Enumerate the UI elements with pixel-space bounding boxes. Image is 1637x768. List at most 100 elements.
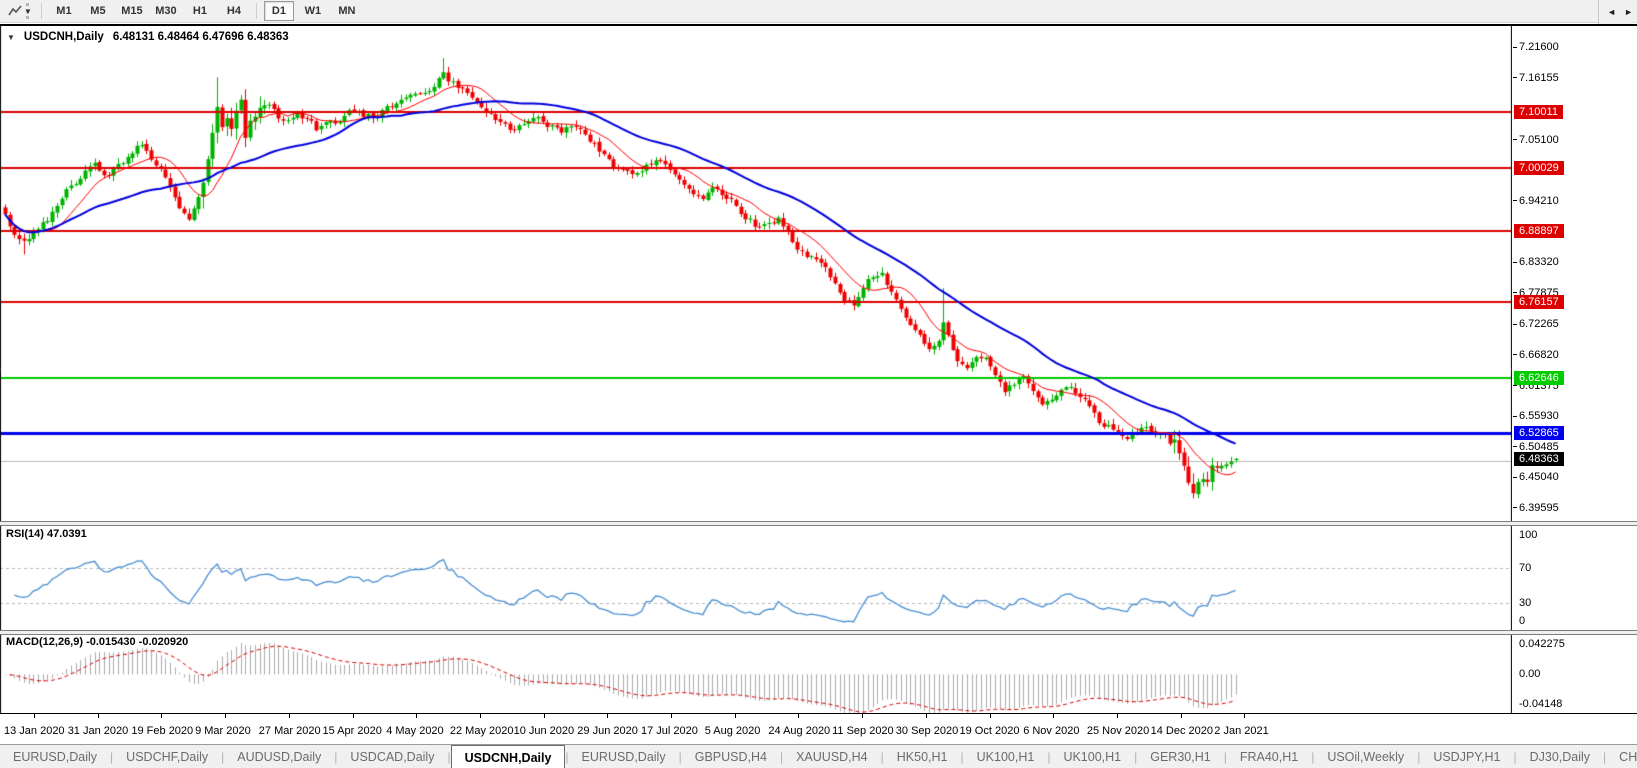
indicator-axis-label: 100 [1519,529,1538,541]
axis-tick-mark [798,714,800,718]
tab-scroll-arrows: ◄ ► [1598,0,1633,24]
price-axis[interactable]: 7.21600 7.16155 7.05100 6.94210 6.83320 6.778… [1513,26,1637,713]
mt4-terminal-window: ▼ M1M5M15M30H1H4D1W1MN ▲ ▼ USDCNH,Daily … [0,0,1637,768]
level-price-tag: 6.62646 [1514,371,1564,386]
tab-eurusd-daily[interactable]: EURUSD,Daily [569,745,679,768]
date-axis-label: 4 May 2020 [386,725,444,737]
price-axis-label: 6.72265 [1519,318,1559,331]
price-axis-label: 6.66820 [1519,348,1559,361]
date-axis-label: 22 May 2020 [449,725,514,737]
price-axis-label: 6.39595 [1519,501,1559,514]
axis-tick-mark [1513,507,1517,508]
date-axis-label: 17 Jul 2020 [641,725,698,737]
date-axis-label: 27 Mar 2020 [258,725,321,737]
price-axis-label: 7.16155 [1519,71,1559,84]
date-axis[interactable]: 13 Jan 2020 31 Jan 2020 19 Feb 2020 9 Mar 2… [0,714,1637,744]
axis-tick-mark [1513,262,1517,263]
chevron-down-icon: ▼ [24,6,32,16]
timeframe-button-m30[interactable]: M30 [151,1,181,21]
tab-usdcad-daily[interactable]: USDCAD,Daily [337,745,447,768]
level-price-tag: 7.10011 [1514,105,1563,120]
axis-tick-mark [1053,714,1055,718]
date-axis-label: 11 Sep 2020 [832,725,894,737]
macd-panel-separator[interactable] [0,630,1637,635]
axis-tick-mark [1513,139,1517,140]
tab-usoil-weekly[interactable]: USOil,Weekly [1314,745,1417,768]
price-chart-canvas[interactable] [0,26,1512,713]
tab-china300-h1[interactable]: CHINA300,H1 [1606,745,1637,768]
axis-tick-mark [1513,446,1517,447]
tab-xauusd-h4[interactable]: XAUUSD,H4 [783,745,881,768]
tab-uk100-h1[interactable]: UK100,H1 [1050,745,1134,768]
level-price-tag: 6.76157 [1514,295,1564,310]
timeframe-buttons: M1 M5 M15 M30 H1 H4 D1 W1 MN [47,1,364,21]
macd-indicator-label: MACD(12,26,9) -0.015430 -0.020920 [6,636,189,648]
axis-tick-mark [1513,47,1517,48]
date-axis-label: 13 Jan 2020 [4,725,65,737]
chart-menu-icon[interactable]: ▼ [7,33,15,42]
axis-tick-mark [1513,354,1517,355]
timeframe-button-h4[interactable]: H4 [219,1,249,21]
tab-hk50-h1[interactable]: HK50,H1 [884,745,961,768]
chart-cursor-button[interactable]: ▼ [4,5,36,17]
date-axis-label: 15 Apr 2020 [322,725,382,737]
tab-ger30-h1[interactable]: GER30,H1 [1137,745,1223,768]
tab-scroll-left-icon[interactable]: ◄ [1607,7,1616,17]
price-axis-label: 7.05100 [1519,133,1559,146]
tab-uk100-h1[interactable]: UK100,H1 [964,745,1048,768]
indicator-axis-label: 0.00 [1519,668,1541,681]
axis-tick-mark [989,714,991,718]
axis-tick-mark [161,714,163,718]
axis-tick-mark [352,714,354,718]
tab-usdcnh-daily[interactable]: USDCNH,Daily [450,745,566,768]
timeframe-toolbar: ▼ M1M5M15M30H1H4D1W1MN ▲ [0,0,1637,23]
price-axis-label: 6.94210 [1519,194,1559,207]
axis-tick-mark [1180,714,1182,718]
axis-tick-mark [1513,200,1517,201]
date-axis-label: 30 Sep 2020 [895,725,959,737]
chart-line-icon [8,5,22,16]
level-price-tag: 6.88897 [1514,223,1564,238]
tab-dj30-daily[interactable]: DJ30,Daily [1517,745,1603,768]
axis-tick-mark [34,714,35,718]
chart-ohlc-values: 6.48131 6.48464 6.47696 6.48363 [112,31,289,43]
timeframe-button-mn[interactable]: MN [332,1,362,21]
chart-tab-bar: EURUSD,Daily | USDCHF,Daily | AUDUSD,Daily | U… [0,744,1637,768]
tab-eurusd-daily[interactable]: EURUSD,Daily [0,745,110,768]
rsi-panel-separator[interactable] [0,521,1637,526]
indicator-axis-label: 70 [1519,561,1532,574]
tab-fra40-h1[interactable]: FRA40,H1 [1227,745,1311,768]
price-axis-label: 6.83320 [1519,256,1559,269]
timeframe-button-m1[interactable]: M1 [49,1,79,21]
timeframe-button-h1[interactable]: H1 [185,1,215,21]
axis-tick-mark [479,714,481,718]
tab-usdchf-daily[interactable]: USDCHF,Daily [113,745,221,768]
tab-audusd-daily[interactable]: AUDUSD,Daily [224,745,334,768]
indicator-axis-label: -0.04148 [1519,698,1563,710]
price-axis-label: 6.45040 [1519,471,1559,484]
axis-tick-mark [1244,714,1246,718]
timeframe-button-m15[interactable]: M15 [117,1,147,21]
tab-scroll-right-icon[interactable]: ► [1624,7,1633,17]
axis-tick-mark [543,714,545,718]
date-axis-label: 9 Mar 2020 [195,725,251,737]
axis-tick-mark [925,714,927,718]
date-axis-label: 6 Nov 2020 [1023,725,1080,737]
timeframe-button-w1[interactable]: W1 [298,1,328,21]
date-axis-label: 2 Jan 2021 [1214,725,1269,737]
tab-gbpusd-h4[interactable]: GBPUSD,H4 [682,745,780,768]
indicator-axis-label: 0 [1519,615,1526,627]
date-axis-label: 10 Jun 2020 [513,725,575,737]
axis-tick-mark [607,714,609,718]
axis-tick-mark [1513,292,1517,293]
axis-tick-mark [671,714,672,718]
tab-usdjpy-h1[interactable]: USDJPY,H1 [1420,745,1513,768]
date-axis-label: 14 Dec 2020 [1150,725,1213,737]
level-price-tag: 7.00029 [1514,161,1564,176]
timeframe-button-m5[interactable]: M5 [83,1,113,21]
price-axis-label: 6.55930 [1519,410,1559,423]
timeframe-button-d1[interactable]: D1 [263,1,294,21]
axis-tick-mark [1116,714,1118,718]
price-axis-label: 7.21600 [1519,41,1559,53]
date-axis-label: 31 Jan 2020 [67,725,129,737]
